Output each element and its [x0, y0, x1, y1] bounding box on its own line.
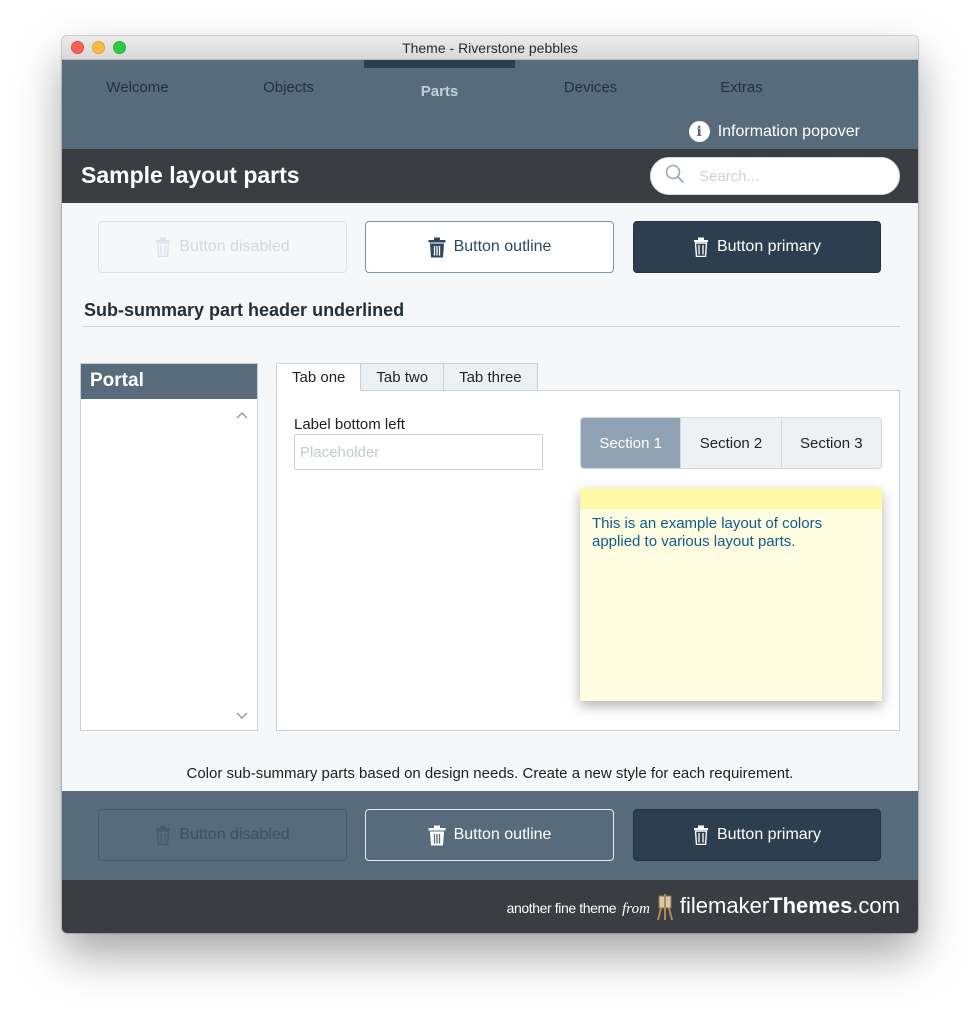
nav-tab-welcome[interactable]: Welcome — [62, 60, 213, 116]
tab-one[interactable]: Tab one — [276, 363, 361, 392]
tab-strip: Tab one Tab two Tab three — [276, 363, 538, 392]
credit-brand: filemakerThemes.com — [680, 893, 900, 919]
sticky-note-text: This is an example layout of colors appl… — [592, 515, 823, 550]
brand-bold: Themes — [769, 893, 853, 918]
footer-caption: Color sub-summary parts based on design … — [186, 765, 794, 782]
disabled-button-label: Button disabled — [179, 238, 290, 255]
nav-tab-devices[interactable]: Devices — [515, 60, 666, 116]
information-popover-button[interactable]: i Information popover — [688, 121, 860, 142]
search-input[interactable] — [699, 167, 869, 185]
app-window: Theme - Riverstone pebbles Welcome Objec… — [62, 36, 918, 933]
info-icon: i — [688, 121, 710, 142]
outline-button-label: Button outline — [453, 238, 552, 255]
nav-tab-parts[interactable]: Parts — [364, 60, 515, 116]
tab-three[interactable]: Tab three — [443, 363, 538, 391]
subsummary-divider — [82, 326, 900, 327]
primary-button[interactable]: Button primary — [633, 809, 881, 861]
credit-prefix: another fine theme — [506, 900, 617, 916]
page-title: Sample layout parts — [81, 162, 300, 188]
outline-button[interactable]: Button outline — [365, 809, 614, 861]
footer: another fine theme from filemakerThemes.… — [62, 880, 918, 933]
section-selector: Section 1 Section 2 Section 3 — [580, 417, 882, 469]
placeholder-field[interactable] — [294, 434, 543, 470]
title-bar: Theme - Riverstone pebbles — [62, 36, 918, 60]
search-icon — [665, 164, 685, 189]
nav-tab-objects[interactable]: Objects — [213, 60, 364, 116]
chevron-down-icon[interactable] — [235, 708, 249, 722]
easel-icon — [656, 893, 674, 921]
trash-icon — [428, 237, 446, 258]
header-bar: Sample layout parts — [62, 149, 918, 203]
information-popover-label: Information popover — [717, 122, 860, 140]
bottom-subsummary: Button disabled Button outline Button pr… — [62, 791, 918, 880]
sticky-note: This is an example layout of colors appl… — [580, 488, 882, 701]
subsummary-header: Sub-summary part header underlined — [84, 300, 405, 320]
disabled-button: Button disabled — [98, 221, 347, 273]
trash-icon — [155, 825, 171, 845]
nav-tab-extras[interactable]: Extras — [666, 60, 817, 116]
brand-regular: filemaker — [679, 893, 770, 918]
outline-button[interactable]: Button outline — [365, 221, 614, 273]
trash-icon — [428, 825, 446, 846]
disabled-button-label: Button disabled — [179, 826, 290, 843]
credit-from: from — [622, 901, 650, 917]
search-box[interactable] — [650, 157, 900, 195]
outline-button-label: Button outline — [453, 826, 552, 843]
brand-suffix: .com — [852, 893, 900, 918]
credit-line[interactable]: another fine theme from filemakerThemes.… — [507, 893, 900, 921]
trash-icon — [693, 825, 709, 845]
disabled-button: Button disabled — [98, 809, 347, 861]
section-2-button[interactable]: Section 2 — [680, 418, 780, 468]
primary-button-label: Button primary — [716, 826, 822, 843]
portal[interactable]: Portal — [80, 363, 258, 731]
chevron-up-icon[interactable] — [235, 409, 249, 423]
top-nav: Welcome Objects Parts Devices Extras i I… — [62, 60, 918, 149]
section-3-button[interactable]: Section 3 — [780, 418, 881, 468]
sticky-note-band — [580, 488, 882, 509]
primary-button-label: Button primary — [716, 238, 822, 255]
section-1-button[interactable]: Section 1 — [581, 418, 681, 468]
primary-button[interactable]: Button primary — [633, 221, 881, 273]
portal-title: Portal — [81, 364, 257, 399]
trash-icon — [155, 237, 171, 257]
trash-icon — [693, 237, 709, 257]
tab-two[interactable]: Tab two — [360, 363, 444, 391]
field-label: Label bottom left — [294, 416, 405, 433]
window-title: Theme - Riverstone pebbles — [402, 40, 578, 56]
